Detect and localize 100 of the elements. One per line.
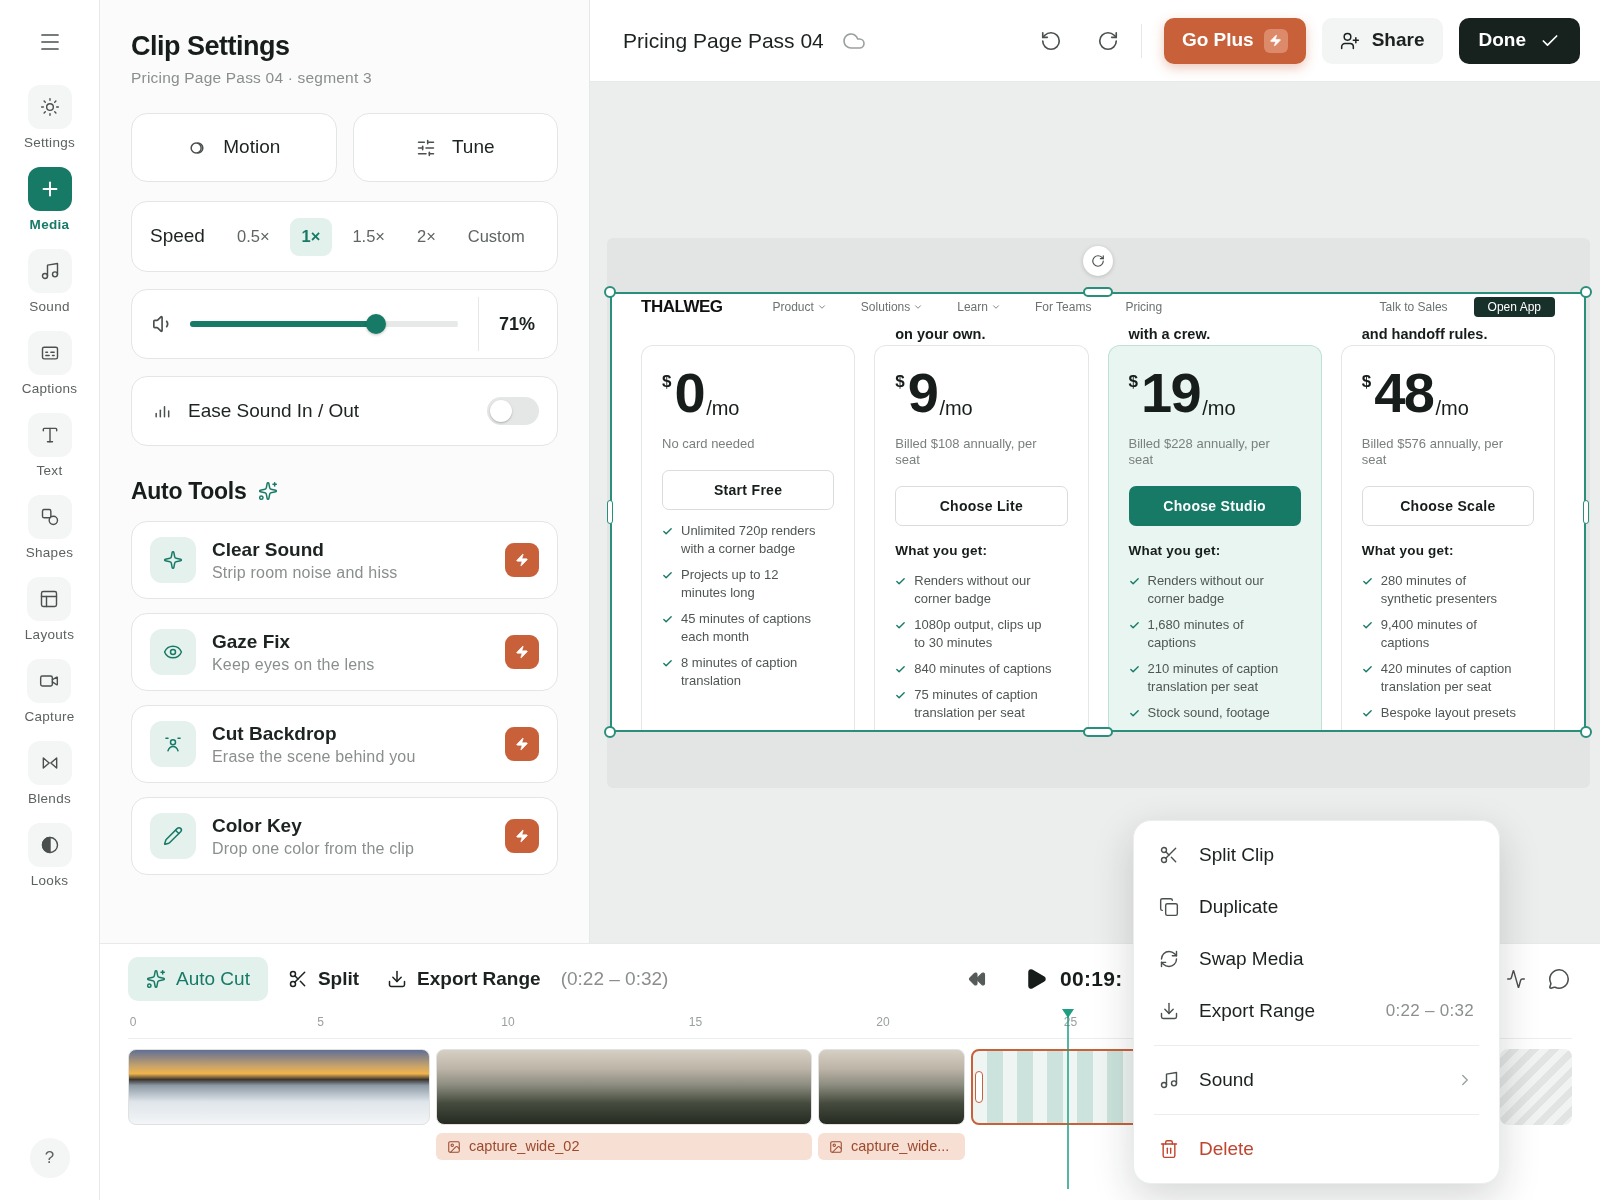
- undo-icon[interactable]: [1039, 29, 1062, 52]
- menu-item[interactable]: Duplicate: [1134, 881, 1499, 933]
- rail-label: Captions: [21, 381, 78, 397]
- resize-handle[interactable]: [1083, 287, 1113, 297]
- nav-link[interactable]: Pricing: [1125, 298, 1163, 316]
- redo-icon[interactable]: [1096, 29, 1119, 52]
- bolt-button[interactable]: [505, 819, 539, 853]
- tool-card[interactable]: Gaze Fix Keep eyes on the lens: [131, 613, 558, 691]
- rail-button[interactable]: [27, 331, 72, 375]
- speed-option[interactable]: 1.5×: [340, 217, 397, 256]
- plan-button[interactable]: Choose Scale: [1361, 486, 1534, 526]
- rewind-icon[interactable]: [968, 970, 986, 988]
- refresh-icon: [1159, 949, 1179, 969]
- bolt-icon: [515, 829, 529, 843]
- ruler-label: 0: [129, 1015, 137, 1029]
- clip-name: capture_wide...: [851, 1136, 950, 1156]
- rail-button[interactable]: [27, 823, 72, 867]
- upgrade-button[interactable]: Go Plus: [1163, 17, 1306, 64]
- tool-card[interactable]: Clear Sound Strip room noise and hiss: [131, 521, 558, 599]
- speed-option[interactable]: 2×: [404, 217, 448, 256]
- done-button[interactable]: Done: [1458, 17, 1580, 64]
- feature-text: Unlimited 720p renders with a corner badge: [681, 522, 817, 558]
- menu-item[interactable]: Sound: [1134, 1054, 1499, 1106]
- share-button[interactable]: Share: [1321, 17, 1443, 64]
- menu-item[interactable]: Split Clip: [1134, 829, 1499, 881]
- nav-link[interactable]: Talk to Sales: [1379, 298, 1448, 316]
- bolt-button[interactable]: [505, 727, 539, 761]
- timecode: 00:19:: [1060, 966, 1123, 993]
- photo-strip[interactable]: [818, 1049, 965, 1125]
- plan-button[interactable]: Start Free: [662, 470, 835, 510]
- rail-button[interactable]: [27, 577, 72, 621]
- resize-handle[interactable]: [604, 286, 616, 298]
- price-period: /mo: [939, 396, 973, 420]
- toggle-switch[interactable]: [487, 397, 539, 425]
- resize-handle[interactable]: [607, 500, 613, 524]
- comment-icon[interactable]: [1548, 968, 1570, 990]
- features-heading: What you get:: [1361, 542, 1455, 560]
- plan-button[interactable]: Choose Studio: [1128, 486, 1301, 526]
- tool-card[interactable]: Cut Backdrop Erase the scene behind you: [131, 705, 558, 783]
- nav-link[interactable]: Solutions: [860, 298, 924, 316]
- resize-handle[interactable]: [1580, 726, 1592, 738]
- help-button[interactable]: ?: [29, 1138, 70, 1178]
- nav-link[interactable]: For Teams: [1034, 298, 1092, 316]
- bolt-button[interactable]: [505, 543, 539, 577]
- plan-button[interactable]: Choose Lite: [895, 486, 1068, 526]
- feature-text: 8 minutes of caption translation: [681, 654, 799, 690]
- menu-item[interactable]: Export Range 0:22 – 0:32: [1134, 985, 1499, 1037]
- photo-strip[interactable]: [436, 1049, 812, 1125]
- layout-icon: [39, 589, 60, 609]
- rail-button[interactable]: [27, 659, 72, 703]
- check-icon: [662, 614, 673, 625]
- feature-text: 420 minutes of caption translation per seat: [1380, 660, 1513, 696]
- resize-handle[interactable]: [1583, 500, 1589, 524]
- tool-description: Keep eyes on the lens: [212, 654, 375, 675]
- check-icon: [895, 576, 907, 587]
- feature-text: 280 minutes of synthetic presenters: [1380, 572, 1499, 608]
- rotate-handle[interactable]: [1083, 246, 1113, 276]
- rail-button[interactable]: [27, 413, 72, 457]
- tool-description: Erase the scene behind you: [212, 746, 416, 767]
- speed-option[interactable]: Custom: [455, 217, 537, 256]
- resize-handle[interactable]: [604, 726, 616, 738]
- speed-option[interactable]: 1×: [289, 217, 333, 256]
- ruler-label: 15: [688, 1015, 703, 1029]
- rail-button[interactable]: [27, 495, 72, 539]
- check-icon: [662, 658, 673, 669]
- rail-button[interactable]: [27, 167, 72, 211]
- rotate-icon: [1091, 254, 1105, 268]
- bolt-button[interactable]: [505, 635, 539, 669]
- price-amount: 48: [1374, 366, 1434, 420]
- tool-card[interactable]: Color Key Drop one color from the clip: [131, 797, 558, 875]
- nav-link[interactable]: Product: [772, 298, 827, 316]
- mode-button[interactable]: Motion: [131, 113, 337, 182]
- photo-strip[interactable]: [128, 1049, 430, 1125]
- speed-option[interactable]: 0.5×: [225, 217, 282, 256]
- tool-button[interactable]: Split: [279, 957, 368, 1001]
- rail-label: Media: [29, 217, 70, 233]
- rail-label: Settings: [23, 135, 76, 151]
- resize-handle[interactable]: [1083, 727, 1113, 737]
- mode-button[interactable]: Tune: [352, 113, 558, 182]
- check-icon: [1128, 664, 1140, 675]
- feature-text: 840 minutes of captions: [914, 660, 1052, 678]
- menu-item[interactable]: Delete: [1134, 1123, 1499, 1175]
- nav-link[interactable]: Learn: [957, 298, 1001, 316]
- rail-button[interactable]: [27, 85, 72, 129]
- rail-button[interactable]: [27, 249, 72, 293]
- sparkle-icon: [150, 537, 196, 583]
- user-plus-icon: [1339, 30, 1360, 51]
- feature-text: 9,400 minutes of captions: [1380, 616, 1478, 652]
- rail-button[interactable]: [27, 741, 72, 785]
- waveform-icon[interactable]: [1506, 969, 1526, 989]
- menu-item[interactable]: Swap Media: [1134, 933, 1499, 985]
- pencil-icon: [150, 813, 196, 859]
- section-title: Auto Tools: [131, 478, 247, 504]
- tool-button[interactable]: Export Range: [379, 957, 549, 1001]
- resize-handle[interactable]: [1580, 286, 1592, 298]
- slider-thumb[interactable]: [366, 314, 387, 334]
- tool-description: Strip room noise and hiss: [212, 562, 398, 583]
- tool-button[interactable]: Auto Cut: [128, 957, 268, 1001]
- open-app-button[interactable]: Open App: [1473, 297, 1555, 317]
- trim-handle[interactable]: [975, 1071, 983, 1103]
